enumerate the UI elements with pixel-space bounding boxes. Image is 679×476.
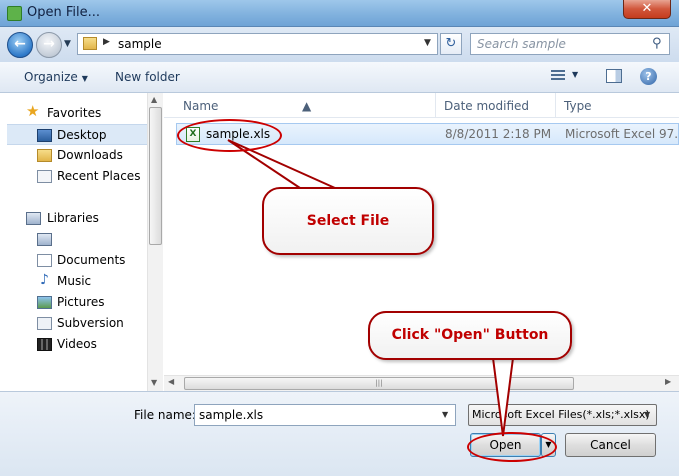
column-header-row: ▲ Name Date modified Type	[164, 93, 679, 118]
subversion-icon	[37, 317, 52, 330]
file-type-value: Microsoft Excel Files(*.xls;*.xlsx)	[472, 408, 650, 421]
column-date-modified[interactable]: Date modified	[444, 99, 529, 113]
recent-places-icon	[37, 170, 52, 183]
nav-item-downloads[interactable]: Downloads	[0, 145, 147, 166]
file-list-scroll-thumb[interactable]: |||	[184, 377, 574, 390]
file-date: 8/8/2011 2:18 PM	[445, 127, 552, 141]
select-file-callout: Select File	[262, 187, 434, 255]
libraries-icon	[26, 212, 41, 225]
new-folder-button[interactable]: New folder	[115, 70, 180, 84]
breadcrumb-arrow-icon[interactable]: ▶	[103, 37, 110, 47]
nav-vertical-scrollbar[interactable]: ▲ ▼	[147, 93, 163, 391]
desktop-icon	[37, 129, 52, 142]
cancel-button[interactable]: Cancel	[565, 433, 656, 457]
nav-item-label: Subversion	[57, 316, 124, 330]
organize-label: Organize	[24, 70, 78, 84]
nav-scroll-thumb[interactable]	[149, 107, 162, 245]
nav-item-documents[interactable]: Documents	[0, 250, 147, 271]
close-button[interactable]: ✕	[623, 0, 671, 19]
downloads-folder-icon	[37, 149, 52, 162]
scroll-right-icon[interactable]: ▶	[665, 377, 671, 386]
sort-ascending-icon: ▲	[302, 99, 312, 113]
scroll-left-icon[interactable]: ◀	[168, 377, 174, 386]
help-icon[interactable]: ?	[640, 68, 657, 85]
recent-locations-dropdown[interactable]: ▼	[64, 39, 71, 49]
views-icon[interactable]	[551, 70, 565, 82]
documents-icon	[37, 254, 52, 267]
nav-item-label: Recent Places	[57, 169, 141, 183]
file-list-horizontal-scrollbar[interactable]: ◀ ||| ▶	[164, 375, 679, 391]
app-icon	[7, 6, 22, 21]
file-highlight-ring	[177, 119, 282, 152]
nav-libraries-label: Libraries	[47, 211, 99, 225]
nav-item-label: Pictures	[57, 295, 105, 309]
file-name-label: File name:	[134, 408, 196, 422]
window-title: Open File...	[27, 5, 101, 20]
search-input[interactable]	[477, 35, 647, 53]
nav-item-label: Desktop	[57, 128, 107, 142]
breadcrumb-sample[interactable]: sample	[118, 37, 162, 51]
nav-item-label: Videos	[57, 337, 97, 351]
back-button[interactable]: ←	[7, 32, 33, 58]
search-icon[interactable]: ⚲	[652, 36, 662, 51]
pictures-icon	[37, 296, 52, 309]
address-bar[interactable]: ▶ sample ▼	[77, 33, 438, 55]
open-highlight-ring	[467, 432, 557, 462]
column-divider[interactable]	[435, 93, 436, 118]
folder-icon	[83, 37, 97, 50]
nav-item-label: Documents	[57, 253, 126, 267]
column-name[interactable]: Name	[183, 99, 218, 113]
nav-item-recent-places[interactable]: Recent Places	[0, 166, 147, 187]
nav-item-desktop[interactable]: Desktop	[7, 124, 147, 145]
chevron-down-icon: ▼	[81, 74, 88, 83]
nav-item-label: Music	[57, 274, 92, 288]
navigation-pane: ★ Favorites Desktop Downloads Recent Pla…	[0, 93, 163, 391]
scroll-down-icon[interactable]: ▼	[151, 378, 157, 387]
file-type-select[interactable]: Microsoft Excel Files(*.xls;*.xlsx) ▼	[468, 404, 657, 426]
column-divider[interactable]	[555, 93, 556, 118]
preview-pane-icon[interactable]	[606, 69, 622, 83]
column-type[interactable]: Type	[564, 99, 592, 113]
music-icon: ♪	[40, 272, 49, 288]
nav-libraries[interactable]: Libraries	[0, 208, 147, 229]
library-icon	[37, 233, 52, 246]
organize-button[interactable]: Organize ▼	[24, 70, 88, 84]
forward-button[interactable]: →	[36, 32, 62, 58]
refresh-button[interactable]: ↻	[440, 33, 462, 55]
title-bar: Open File... ✕	[0, 0, 679, 27]
views-dropdown-icon[interactable]: ▼	[572, 70, 578, 79]
nav-item-subversion[interactable]: Subversion	[0, 313, 147, 334]
scroll-up-icon[interactable]: ▲	[151, 95, 157, 104]
nav-item-music[interactable]: ♪ Music	[0, 271, 147, 292]
videos-icon	[37, 338, 52, 351]
click-open-callout: Click "Open" Button	[368, 311, 572, 360]
star-icon: ★	[26, 102, 40, 120]
file-name-input[interactable]	[199, 406, 437, 424]
nav-item-videos[interactable]: Videos	[0, 334, 147, 355]
nav-favorites[interactable]: ★ Favorites	[0, 103, 147, 124]
chevron-down-icon: ▼	[644, 410, 651, 419]
file-type: Microsoft Excel 97...	[565, 127, 679, 141]
address-row: ← → ▼ ▶ sample ▼ ↻ ⚲	[0, 27, 679, 62]
command-bar: Organize ▼ New folder ▼ ?	[0, 62, 679, 93]
address-dropdown-icon[interactable]: ▼	[424, 38, 431, 48]
nav-item-pictures[interactable]: Pictures	[0, 292, 147, 313]
bottom-panel: File name: ▼ Microsoft Excel Files(*.xls…	[0, 391, 679, 476]
nav-item-label: Downloads	[57, 148, 123, 162]
search-box[interactable]: ⚲	[470, 33, 670, 55]
nav-favorites-label: Favorites	[47, 106, 102, 120]
file-name-combobox[interactable]: ▼	[194, 404, 456, 426]
nav-item-unnamed-library[interactable]	[0, 229, 147, 250]
chevron-down-icon[interactable]: ▼	[442, 410, 448, 419]
